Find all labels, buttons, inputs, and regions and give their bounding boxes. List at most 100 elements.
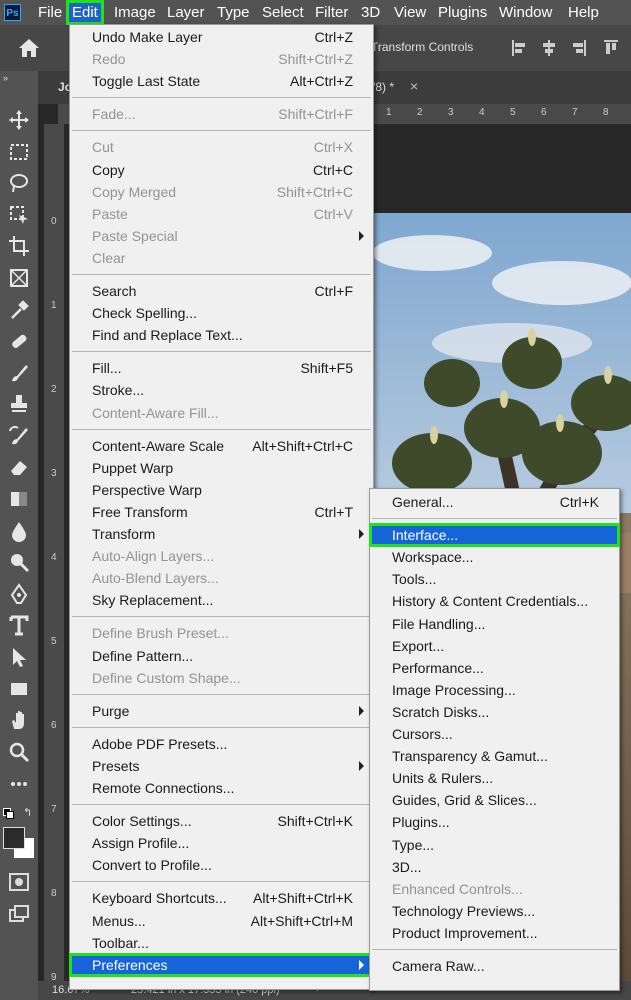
pref-item-plugins[interactable]: Plugins... <box>370 811 619 833</box>
menu-filter[interactable]: Filter <box>315 0 348 25</box>
menu-image[interactable]: Image <box>114 0 156 25</box>
menu-item-purge[interactable]: Purge <box>70 700 373 722</box>
marquee-tool-icon[interactable] <box>8 141 30 163</box>
pref-item-units-and-rulers[interactable]: Units & Rulers... <box>370 767 619 789</box>
menu-item-content-aware-scale[interactable]: Content-Aware Scale Alt+Shift+Ctrl+C <box>70 435 373 457</box>
menu-item-label: Auto-Align Layers... <box>92 548 215 565</box>
pref-item-guides-grid-and-slices[interactable]: Guides, Grid & Slices... <box>370 789 619 811</box>
hand-tool-icon[interactable] <box>8 709 30 731</box>
menu-item-fill[interactable]: Fill... Shift+F5 <box>70 357 373 379</box>
menu-separator <box>72 130 371 132</box>
transform-controls-label[interactable]: Transform Controls <box>371 40 473 54</box>
menu-item-find-and-replace-text[interactable]: Find and Replace Text... <box>70 324 373 346</box>
align-right-icon[interactable] <box>571 39 587 57</box>
home-icon[interactable] <box>18 38 40 58</box>
menu-item-preferences[interactable]: Preferences <box>69 952 374 977</box>
menu-item-undo-make-layer[interactable]: Undo Make Layer Ctrl+Z <box>70 26 373 48</box>
zoom-tool-icon[interactable] <box>8 741 30 763</box>
align-top-icon[interactable] <box>603 39 619 57</box>
eraser-tool-icon[interactable] <box>8 456 30 478</box>
pref-item-product-improvement[interactable]: Product Improvement... <box>370 922 619 944</box>
menu-window[interactable]: Window <box>499 0 552 25</box>
menu-item-free-transform[interactable]: Free Transform Ctrl+T <box>70 501 373 523</box>
menu-separator <box>72 428 371 430</box>
menu-item-copy[interactable]: Copy Ctrl+C <box>70 159 373 181</box>
frame-tool-icon[interactable] <box>8 267 30 289</box>
screen-mode-icon[interactable] <box>9 905 29 923</box>
rectangle-tool-icon[interactable] <box>8 678 30 700</box>
menu-help[interactable]: Help <box>568 0 599 25</box>
close-tab-icon[interactable]: × <box>410 78 418 94</box>
menu-item-keyboard-shortcuts[interactable]: Keyboard Shortcuts... Alt+Shift+Ctrl+K <box>70 887 373 909</box>
pref-item-image-processing[interactable]: Image Processing... <box>370 679 619 701</box>
menu-item-label: Color Settings... <box>92 813 192 830</box>
move-tool-icon[interactable] <box>8 109 30 131</box>
more-tools-icon[interactable] <box>8 773 30 795</box>
menu-item-menus[interactable]: Menus... Alt+Shift+Ctrl+M <box>70 910 373 932</box>
pref-item-type[interactable]: Type... <box>370 834 619 856</box>
align-left-icon[interactable] <box>511 39 527 57</box>
pref-item-interface[interactable]: Interface... <box>369 523 620 548</box>
document-tab-title[interactable]: /8) * <box>372 80 394 94</box>
menu-3d[interactable]: 3D <box>361 0 380 25</box>
path-select-tool-icon[interactable] <box>8 646 30 668</box>
photoshop-logo-icon[interactable]: Ps <box>4 4 21 21</box>
lasso-tool-icon[interactable] <box>8 172 30 194</box>
default-colors-icon[interactable] <box>3 808 14 819</box>
pref-item-history-and-content-credentials[interactable]: History & Content Credentials... <box>370 590 619 612</box>
menu-file[interactable]: File <box>38 0 62 25</box>
brush-tool-icon[interactable] <box>8 362 30 384</box>
menu-item-search[interactable]: Search Ctrl+F <box>70 280 373 302</box>
menu-item-assign-profile[interactable]: Assign Profile... <box>70 832 373 854</box>
quick-mask-icon[interactable] <box>9 873 29 891</box>
align-center-icon[interactable] <box>541 39 557 57</box>
healing-brush-icon[interactable] <box>8 330 30 352</box>
menu-item-toolbar[interactable]: Toolbar... <box>70 932 373 954</box>
pref-item-workspace[interactable]: Workspace... <box>370 546 619 568</box>
menu-item-shortcut: Alt+Ctrl+Z <box>289 73 353 90</box>
menu-item-toggle-last-state[interactable]: Toggle Last State Alt+Ctrl+Z <box>70 70 373 92</box>
menu-type[interactable]: Type <box>217 0 250 25</box>
menu-item-sky-replacement[interactable]: Sky Replacement... <box>70 589 373 611</box>
menu-item-perspective-warp[interactable]: Perspective Warp <box>70 479 373 501</box>
gradient-tool-icon[interactable] <box>8 488 30 510</box>
pref-item-3d[interactable]: 3D... <box>370 856 619 878</box>
pref-item-file-handling[interactable]: File Handling... <box>370 613 619 635</box>
menu-item-remote-connections[interactable]: Remote Connections... <box>70 777 373 799</box>
history-brush-icon[interactable] <box>8 425 30 447</box>
blur-tool-icon[interactable] <box>8 520 30 542</box>
pref-item-cursors[interactable]: Cursors... <box>370 723 619 745</box>
pref-item-transparency-and-gamut[interactable]: Transparency & Gamut... <box>370 745 619 767</box>
menu-item-define-pattern[interactable]: Define Pattern... <box>70 645 373 667</box>
pref-item-performance[interactable]: Performance... <box>370 657 619 679</box>
pref-item-technology-previews[interactable]: Technology Previews... <box>370 900 619 922</box>
object-select-tool-icon[interactable] <box>8 204 30 226</box>
menu-edit[interactable]: Edit <box>66 0 104 25</box>
stamp-tool-icon[interactable] <box>8 393 30 415</box>
menu-select[interactable]: Select <box>262 0 304 25</box>
pref-item-export[interactable]: Export... <box>370 635 619 657</box>
eyedropper-tool-icon[interactable] <box>8 299 30 321</box>
menu-item-adobe-pdf-presets[interactable]: Adobe PDF Presets... <box>70 733 373 755</box>
menu-layer[interactable]: Layer <box>167 0 205 25</box>
menu-item-stroke[interactable]: Stroke... <box>70 379 373 401</box>
menu-plugins[interactable]: Plugins <box>438 0 487 25</box>
menu-view[interactable]: View <box>394 0 426 25</box>
pref-item-scratch-disks[interactable]: Scratch Disks... <box>370 701 619 723</box>
menu-item-color-settings[interactable]: Color Settings... Shift+Ctrl+K <box>70 810 373 832</box>
dodge-tool-icon[interactable] <box>8 551 30 573</box>
collapse-panel-icon[interactable]: » <box>3 73 8 83</box>
pen-tool-icon[interactable] <box>8 583 30 605</box>
swap-colors-icon[interactable]: ↰ <box>23 806 32 819</box>
menu-item-puppet-warp[interactable]: Puppet Warp <box>70 457 373 479</box>
menu-item-transform[interactable]: Transform <box>70 523 373 545</box>
menu-item-presets[interactable]: Presets <box>70 755 373 777</box>
pref-item-camera-raw[interactable]: Camera Raw... <box>370 955 619 977</box>
pref-item-general[interactable]: General... Ctrl+K <box>370 491 619 513</box>
menu-item-check-spelling[interactable]: Check Spelling... <box>70 302 373 324</box>
pref-item-tools[interactable]: Tools... <box>370 568 619 590</box>
crop-tool-icon[interactable] <box>8 235 30 257</box>
menu-item-convert-to-profile[interactable]: Convert to Profile... <box>70 854 373 876</box>
foreground-color-swatch[interactable] <box>3 827 25 849</box>
type-tool-icon[interactable] <box>8 614 30 636</box>
